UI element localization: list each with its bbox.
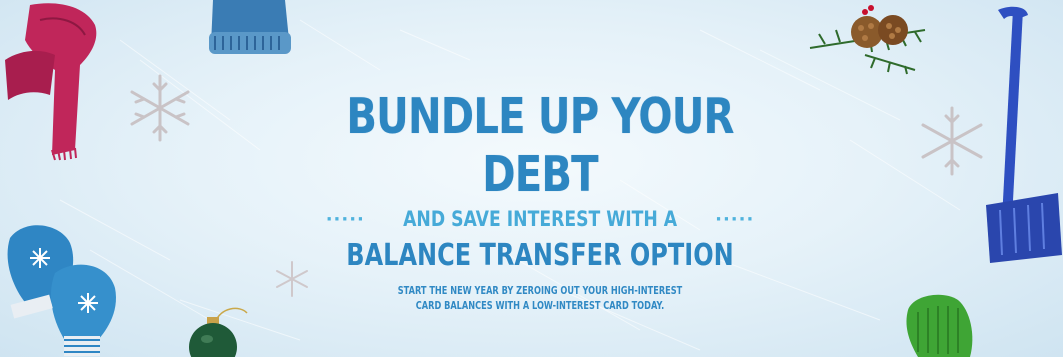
subheadline: AND SAVE INTEREST WITH A — [402, 207, 678, 231]
body-line-2: CARD BALANCES WITH A LOW-INTEREST CARD T… — [415, 300, 665, 312]
mittens-icon — [7, 225, 116, 356]
snowflake-icon — [130, 74, 190, 142]
dots-left: ····· — [325, 208, 365, 230]
subheadline-row: ····· AND SAVE INTEREST WITH A ····· — [260, 204, 820, 234]
headline-block: BUNDLE UP YOUR DEBT ····· AND SAVE INTER… — [260, 88, 820, 276]
body-text: START THE NEW YEAR BY ZEROING OUT YOUR H… — [340, 284, 740, 314]
headline-title: BUNDLE UP YOUR DEBT — [346, 88, 734, 203]
body-line-1: START THE NEW YEAR BY ZEROING OUT YOUR H… — [397, 285, 683, 297]
glove-icon — [906, 294, 973, 357]
pinecone-branch-icon — [809, 5, 926, 75]
knit-hat-icon — [209, 0, 291, 54]
dots-right: ····· — [715, 208, 755, 230]
scarf-icon — [5, 3, 97, 161]
product-title: BALANCE TRANSFER OPTION — [346, 238, 734, 273]
ornament-icon — [189, 307, 248, 357]
snow-shovel-icon — [986, 6, 1062, 263]
promo-banner[interactable]: BUNDLE UP YOUR DEBT ····· AND SAVE INTER… — [0, 0, 1063, 357]
